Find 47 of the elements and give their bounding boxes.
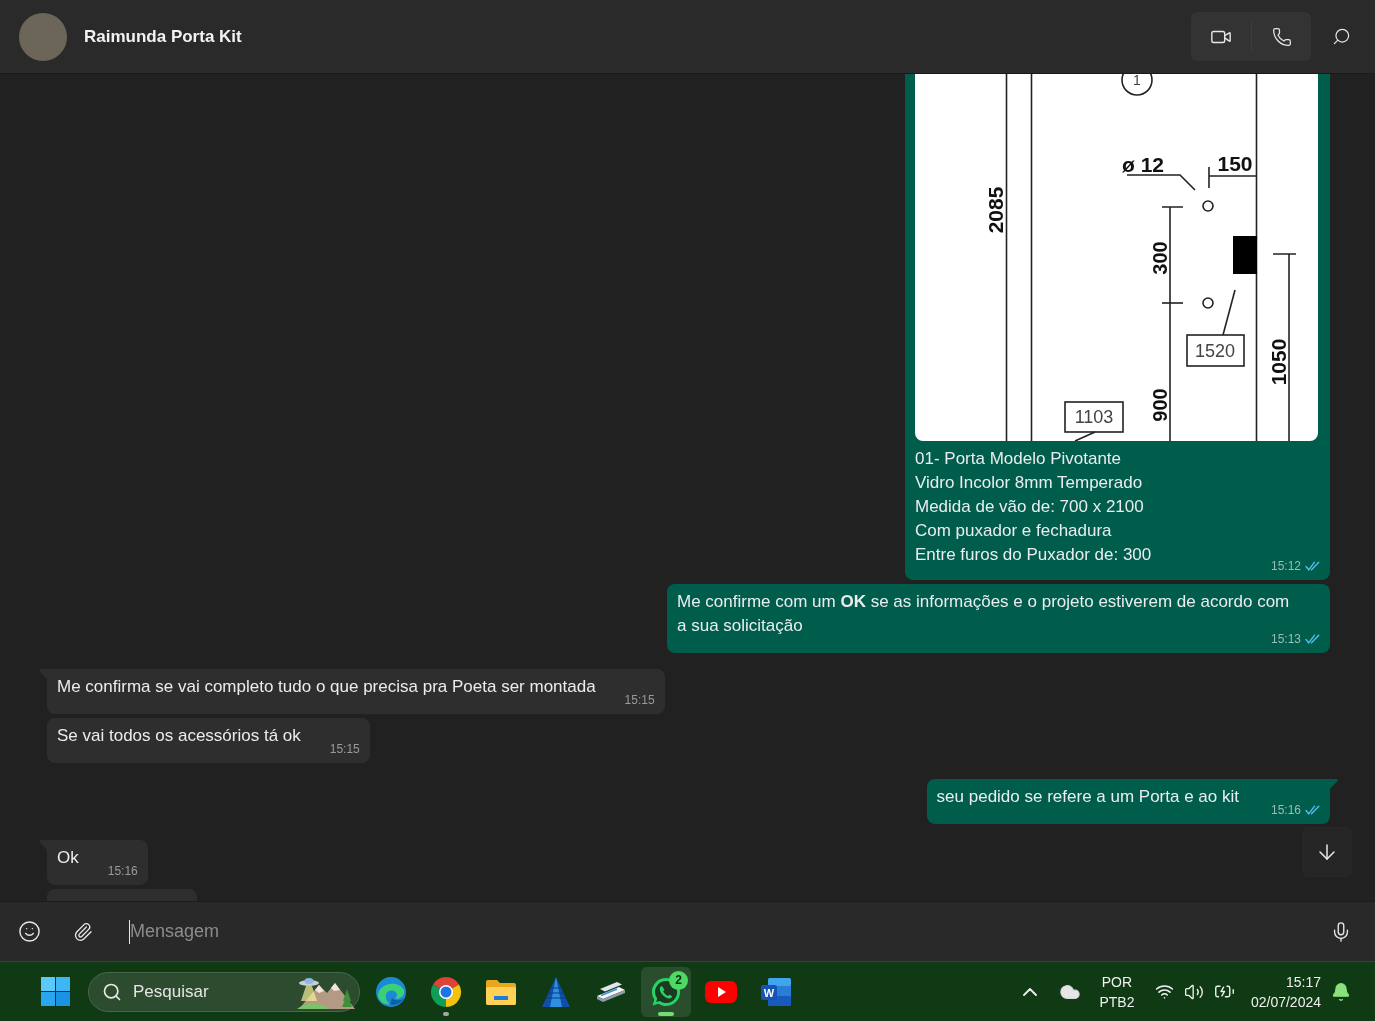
message-text: seu pedido se refere a um Porta e ao kit [936,786,1240,808]
folder-icon [485,977,517,1006]
youtube-icon [705,979,737,1004]
message-text: Ok [57,847,80,869]
scanner-icon [595,979,627,1004]
taskbar-app-button[interactable]: 2 [641,966,691,1017]
drawing-label: 1520 [1195,341,1235,361]
message-time: 15:13 [1270,632,1301,646]
phone-icon [1271,26,1292,47]
clock-button[interactable]: 15:17 02/07/2024 [1250,971,1321,1012]
windows-logo-icon [40,977,70,1006]
message-time: 15:12 [1270,559,1301,573]
drawing-label: 300 [1149,241,1171,275]
message-text: Me confirma se vai completo tudo o que precisa pra Poeta ser montada [57,676,597,698]
drawing-label: ø 12 [1122,153,1164,176]
drawing-label: 2085 [983,186,1007,234]
search-box[interactable]: Pesquisar [88,971,360,1012]
smiley-icon [17,920,41,943]
drawing-label: 1050 [1266,338,1290,386]
wifi-icon [1154,982,1174,1001]
message-input[interactable]: Mensagem [129,911,1317,952]
drawing-label: 150 [1217,152,1253,175]
message-caption: 01- Porta Modelo Pivotante Vidro Incolor 8mm Temperado Medida de vão de: 700 x 2100 Com puxador e fechadura Entre furos do Puxador de: 300 [915,448,1152,566]
paperclip-icon [73,921,93,942]
drawing-label: 900 [1149,388,1171,422]
edge-icon [375,975,407,1008]
message-time: 15:16 [107,864,138,878]
leader-line [1126,174,1196,191]
message-time: 15:15 [329,742,360,756]
drawing-label: 1103 [1074,407,1114,427]
message-text: Me confirme com um OK se as informações e o projeto estiverem de acordo com a sua solicitação [677,591,1290,635]
chevron-up-icon [1022,987,1037,996]
message-time: 15:15 [624,693,655,707]
message-text: Se vai todos os acessórios tá ok [57,725,302,747]
drawing-label: 1 [1133,74,1141,88]
notification-badge: 2 [669,970,688,990]
bell-icon [1331,981,1351,1002]
taskbar-app-button[interactable]: W [751,966,801,1017]
search-icon [102,981,122,1002]
chrome-icon [430,975,462,1008]
contact-name: Raimunda Porta Kit [84,25,242,48]
search-icon [1331,27,1351,46]
pyramid-icon [541,975,571,1008]
input-language-button[interactable]: POR PTB2 [1096,971,1137,1012]
message-time: 15:16 [1270,803,1301,817]
avatar [19,12,67,61]
scroll-down-button[interactable] [1302,827,1352,877]
